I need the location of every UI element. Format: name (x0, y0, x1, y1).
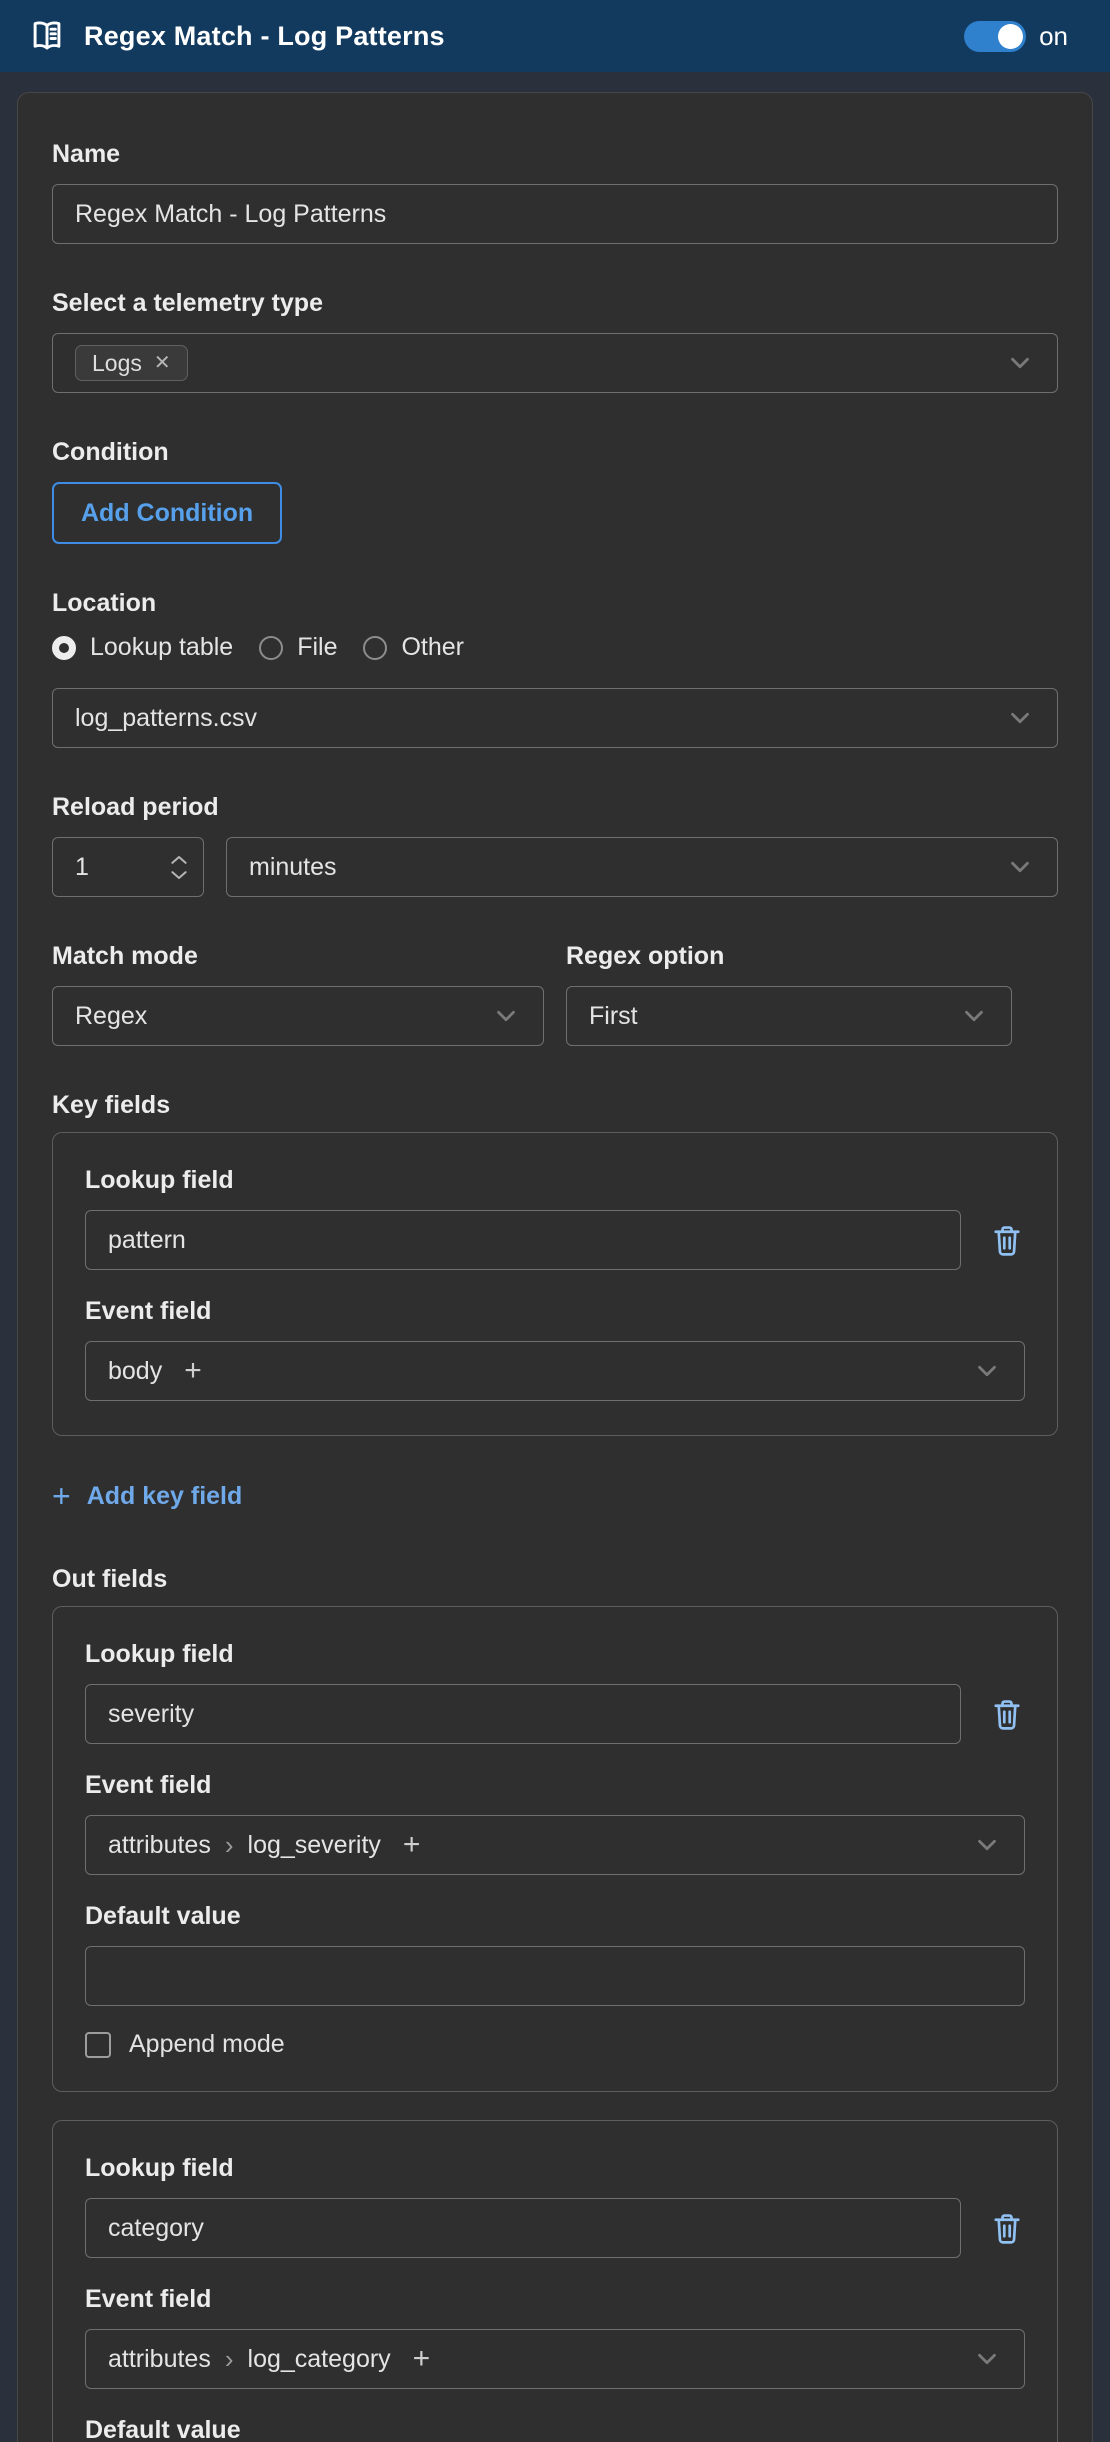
lookup-field-row: category (85, 2198, 1025, 2258)
reload-period-row: 1 minutes (52, 837, 1058, 897)
stepper-down-icon[interactable] (169, 869, 189, 882)
stepper-up-icon[interactable] (169, 853, 189, 866)
append-mode-label: Append mode (129, 2030, 285, 2058)
match-mode-label: Match mode (52, 942, 198, 970)
event-field-label: Event field (85, 1297, 212, 1325)
telemetry-label: Select a telemetry type (52, 289, 323, 317)
key-field-row-card: Lookup field pattern Event field body + (52, 1132, 1058, 1436)
radio-option-other[interactable]: Other (363, 633, 464, 662)
lookup-field-label: Lookup field (85, 2154, 234, 2182)
key-fields-section: Key fields Lookup field pattern Event fi… (52, 1090, 1058, 1436)
trash-icon[interactable] (989, 1222, 1025, 1258)
chevron-down-icon (965, 1010, 983, 1022)
add-condition-button[interactable]: Add Condition (52, 482, 283, 544)
event-field-label: Event field (85, 2285, 212, 2313)
location-section: Location Lookup table File Other log_pat… (52, 588, 1058, 748)
telemetry-section: Select a telemetry type Logs ✕ (52, 288, 1058, 393)
radio-unselected-icon (259, 635, 284, 660)
match-mode-value: Regex (75, 1001, 148, 1030)
add-path-segment-icon[interactable]: + (184, 1354, 202, 1388)
key-event-field-select[interactable]: body + (85, 1341, 1025, 1401)
trash-icon[interactable] (989, 2210, 1025, 2246)
enabled-toggle[interactable] (964, 20, 1027, 52)
add-key-field-button[interactable]: + Add key field (52, 1480, 242, 1512)
chevron-down-icon (1011, 861, 1029, 873)
name-input[interactable]: Regex Match - Log Patterns (52, 184, 1058, 244)
page-title: Regex Match - Log Patterns (84, 20, 445, 51)
reload-period-unit-value: minutes (249, 852, 337, 881)
toggle-state-label: on (1039, 20, 1068, 51)
number-stepper (169, 853, 189, 882)
default-value-label: Default value (85, 2416, 241, 2442)
name-value: Regex Match - Log Patterns (75, 199, 387, 228)
chevron-down-icon (497, 1010, 515, 1022)
processor-form-card: Name Regex Match - Log Patterns Select a… (17, 92, 1093, 2442)
append-mode-checkbox[interactable] (85, 2031, 111, 2058)
location-radio-group: Lookup table File Other (52, 633, 1058, 662)
out-field-row-card: Lookup field severity Event field attrib… (52, 1606, 1058, 2092)
radio-option-file[interactable]: File (259, 633, 337, 662)
lookup-table-file-select[interactable]: log_patterns.csv (52, 688, 1058, 748)
append-mode-row: Append mode (85, 2030, 1025, 2059)
name-label: Name (52, 140, 121, 168)
match-mode-select[interactable]: Regex (52, 986, 544, 1046)
event-field-label: Event field (85, 1771, 212, 1799)
add-key-field-section: + Add key field (52, 1472, 1058, 1516)
reload-period-value: 1 (75, 852, 89, 881)
chevron-down-icon (978, 2353, 996, 2365)
chevron-down-icon (1011, 712, 1029, 724)
out-event-field-select[interactable]: attributes › log_severity + (85, 1815, 1025, 1875)
out-fields-label: Out fields (52, 1565, 168, 1593)
out-field-row-card: Lookup field category Event field attrib… (52, 2120, 1058, 2442)
chevron-down-icon (978, 1839, 996, 1851)
lookup-field-row: pattern (85, 1210, 1025, 1270)
lookup-field-row: severity (85, 1684, 1025, 1744)
lookup-table-file-value: log_patterns.csv (75, 703, 258, 732)
book-icon (33, 21, 61, 50)
name-section: Name Regex Match - Log Patterns (52, 139, 1058, 244)
match-options-section: Match mode Regex Regex option First (52, 941, 1058, 1046)
plus-icon: + (52, 1478, 71, 1514)
add-path-segment-icon[interactable]: + (413, 2342, 431, 2376)
reload-period-number-input[interactable]: 1 (52, 837, 204, 897)
default-value-input[interactable] (85, 1946, 1025, 2006)
out-event-field-select[interactable]: attributes › log_category + (85, 2329, 1025, 2389)
regex-option-label: Regex option (566, 942, 725, 970)
condition-section: Condition Add Condition (52, 437, 1058, 544)
radio-option-lookup-table[interactable]: Lookup table (52, 633, 233, 662)
chevron-down-icon (1011, 357, 1029, 369)
regex-option-select[interactable]: First (566, 986, 1012, 1046)
match-mode-column: Match mode Regex (52, 941, 544, 1046)
breadcrumb-chevron-icon: › (224, 1829, 234, 1860)
reload-period-label: Reload period (52, 793, 219, 821)
regex-option-value: First (589, 1001, 638, 1030)
condition-label: Condition (52, 438, 169, 466)
out-fields-section: Out fields Lookup field severity Event f… (52, 1564, 1058, 2442)
enabled-toggle-group: on (964, 20, 1068, 52)
regex-option-column: Regex option First (566, 941, 1012, 1046)
radio-selected-icon (52, 635, 76, 660)
lookup-field-label: Lookup field (85, 1166, 234, 1194)
titlebar: Regex Match - Log Patterns on (0, 0, 1110, 72)
telemetry-chip-label: Logs (92, 349, 142, 376)
location-label: Location (52, 589, 157, 617)
reload-period-unit-select[interactable]: minutes (226, 837, 1058, 897)
telemetry-select[interactable]: Logs ✕ (52, 333, 1058, 393)
reload-period-section: Reload period 1 minutes (52, 792, 1058, 897)
breadcrumb-chevron-icon: › (224, 2343, 234, 2374)
default-value-label: Default value (85, 1902, 241, 1930)
out-lookup-field-input[interactable]: severity (85, 1684, 961, 1744)
lookup-field-label: Lookup field (85, 1640, 234, 1668)
key-fields-label: Key fields (52, 1091, 171, 1119)
chip-remove-icon[interactable]: ✕ (154, 353, 171, 373)
add-path-segment-icon[interactable]: + (403, 1828, 421, 1862)
toggle-knob (998, 23, 1024, 49)
telemetry-chip-logs: Logs ✕ (75, 345, 188, 381)
chevron-down-icon (978, 1365, 996, 1377)
key-lookup-field-input[interactable]: pattern (85, 1210, 961, 1270)
out-lookup-field-input[interactable]: category (85, 2198, 961, 2258)
radio-unselected-icon (363, 635, 388, 660)
trash-icon[interactable] (989, 1696, 1025, 1732)
